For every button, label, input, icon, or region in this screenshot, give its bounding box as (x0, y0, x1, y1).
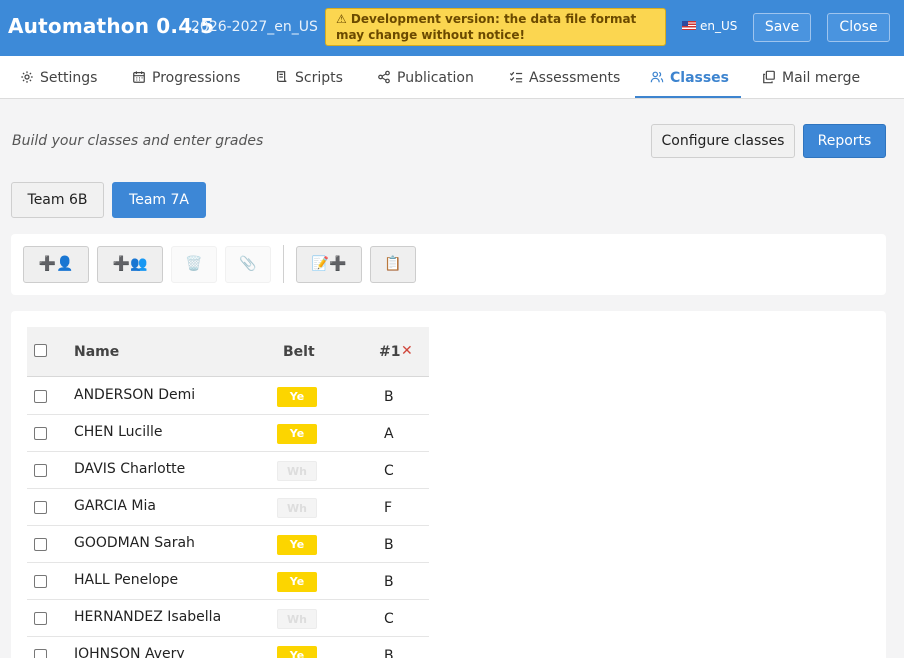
header-belt: Belt (283, 344, 315, 360)
grade-cell[interactable]: F (384, 500, 392, 516)
student-name: JOHNSON Avery (74, 646, 185, 658)
row-checkbox[interactable] (34, 649, 47, 658)
copy-icon (763, 70, 775, 84)
share-icon (378, 70, 390, 84)
grade-cell[interactable]: B (384, 648, 394, 658)
table-row: HERNANDEZ Isabella Wh C (27, 600, 429, 637)
users-icon (650, 71, 664, 83)
row-checkbox[interactable] (34, 427, 47, 440)
toolbar-divider (283, 245, 284, 283)
table-row: ANDERSON Demi Ye B (27, 378, 429, 415)
top-bar: Automathon 0.4.5 2026-2027_en_US ⚠ Devel… (0, 0, 904, 56)
gear-icon (21, 71, 33, 83)
select-all-checkbox[interactable] (34, 344, 47, 357)
row-checkbox[interactable] (34, 575, 47, 588)
locale-label: en_US (700, 19, 738, 33)
script-icon (277, 71, 287, 82)
clipboard-button[interactable]: 📋 (370, 246, 416, 283)
version-tag: 2026-2027_en_US (191, 19, 318, 35)
table-row: HALL Penelope Ye B (27, 563, 429, 600)
table-row: GARCIA Mia Wh F (27, 489, 429, 526)
table-row: DAVIS Charlotte Wh C (27, 452, 429, 489)
tab-publication[interactable]: Publication (377, 56, 474, 98)
class-toolbar: ➕👤 ➕👥 🗑️ 📎 📝➕ 📋 (11, 234, 886, 295)
row-checkbox[interactable] (34, 538, 47, 551)
dev-warning-banner: ⚠ Development version: the data file for… (325, 8, 666, 46)
header-assessment-1[interactable]: #1 (379, 344, 400, 360)
grade-cell[interactable]: B (384, 389, 394, 405)
student-name: HALL Penelope (74, 572, 179, 588)
belt-badge[interactable]: Ye (277, 387, 317, 407)
tab-scripts[interactable]: Scripts (275, 56, 343, 98)
save-button[interactable]: Save (753, 13, 811, 42)
attach-button[interactable]: 📎 (225, 246, 271, 283)
student-name: HERNANDEZ Isabella (74, 609, 222, 625)
tab-progressions[interactable]: Progressions (132, 56, 240, 98)
us-flag-icon (682, 21, 696, 30)
page-hint: Build your classes and enter grades (12, 133, 264, 149)
table-row: GOODMAN Sarah Ye B (27, 526, 429, 563)
row-checkbox[interactable] (34, 464, 47, 477)
reports-button[interactable]: Reports (803, 124, 886, 158)
locale-selector[interactable]: en_US (682, 19, 737, 33)
close-button[interactable]: Close (827, 13, 890, 42)
tab-label: Scripts (295, 70, 343, 86)
clipboard-icon: 📋 (384, 256, 402, 272)
checklist-icon (509, 71, 523, 83)
tab-assessments[interactable]: Assessments (509, 56, 620, 98)
tab-label: Settings (40, 70, 98, 86)
add-student-icon: ➕👤 (38, 256, 74, 272)
belt-badge[interactable]: Ye (277, 535, 317, 555)
student-name: DAVIS Charlotte (74, 461, 186, 477)
configure-classes-button[interactable]: Configure classes (651, 124, 795, 158)
row-checkbox[interactable] (34, 390, 47, 403)
belt-badge[interactable]: Wh (277, 609, 317, 629)
calendar-icon (133, 71, 145, 83)
add-students-icon: ➕👥 (112, 256, 148, 272)
row-checkbox[interactable] (34, 501, 47, 514)
delete-button[interactable]: 🗑️ (171, 246, 217, 283)
belt-badge[interactable]: Ye (277, 572, 317, 592)
student-name: CHEN Lucille (74, 424, 163, 440)
tab-settings[interactable]: Settings (20, 56, 97, 98)
belt-badge[interactable]: Wh (277, 461, 317, 481)
add-assessment-icon: 📝➕ (311, 256, 347, 272)
main-tabs: Settings Progressions Scripts Publicatio… (0, 56, 904, 99)
remove-assessment-icon[interactable]: ✕ (401, 343, 413, 359)
belt-badge[interactable]: Ye (277, 424, 317, 444)
tab-classes[interactable]: Classes (635, 56, 741, 98)
grade-cell[interactable]: B (384, 574, 394, 590)
tab-label: Assessments (529, 70, 621, 86)
belt-badge[interactable]: Wh (277, 498, 317, 518)
header-name: Name (74, 344, 120, 360)
grade-cell[interactable]: A (384, 426, 394, 442)
team-7a-button[interactable]: Team 7A (112, 182, 206, 218)
paperclip-icon: 📎 (239, 256, 257, 272)
table-row: CHEN Lucille Ye A (27, 415, 429, 452)
trash-icon: 🗑️ (185, 256, 203, 272)
student-name: GARCIA Mia (74, 498, 156, 514)
students-table-panel: Name Belt #1 ✕ ANDERSON Demi Ye B CHEN L… (11, 311, 886, 658)
team-6b-button[interactable]: Team 6B (11, 182, 104, 218)
add-assessment-button[interactable]: 📝➕ (296, 246, 362, 283)
table-header: Name Belt #1 ✕ (27, 327, 429, 377)
add-students-button[interactable]: ➕👥 (97, 246, 163, 283)
add-student-button[interactable]: ➕👤 (23, 246, 89, 283)
tab-mail-merge[interactable]: Mail merge (762, 56, 860, 98)
row-checkbox[interactable] (34, 612, 47, 625)
student-name: ANDERSON Demi (74, 387, 196, 403)
student-name: GOODMAN Sarah (74, 535, 195, 551)
table-row: JOHNSON Avery Ye B (27, 637, 429, 658)
tab-label: Publication (397, 70, 474, 86)
grade-cell[interactable]: C (384, 463, 394, 479)
app-title: Automathon 0.4.5 (8, 14, 215, 38)
grade-cell[interactable]: B (384, 537, 394, 553)
grade-cell[interactable]: C (384, 611, 394, 627)
tab-label: Classes (670, 70, 730, 86)
tab-label: Progressions (152, 70, 241, 86)
belt-badge[interactable]: Ye (277, 646, 317, 658)
tab-label: Mail merge (782, 70, 861, 86)
